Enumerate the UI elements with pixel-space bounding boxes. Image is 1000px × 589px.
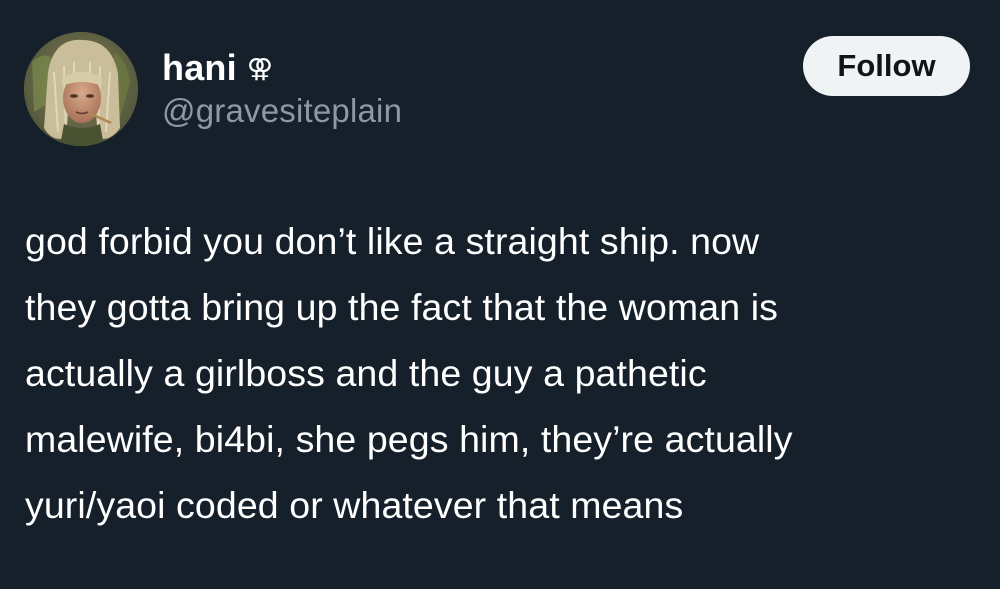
tweet-text: god forbid you don’t like a straight shi… [25,208,985,538]
tweet-text-line: god forbid you don’t like a straight shi… [25,220,760,262]
follow-button[interactable]: Follow [803,36,970,96]
tweet-text-line: they gotta bring up the fact that the wo… [25,286,778,328]
user-handle[interactable]: @gravesiteplain [162,92,402,130]
tweet-text-line: actually a girlboss and the guy a pathet… [25,352,707,394]
tweet-text-line: malewife, bi4bi, she pegs him, they’re a… [25,418,793,460]
avatar-image [24,32,138,146]
avatar[interactable] [24,32,138,146]
display-name[interactable]: hani [162,47,237,89]
user-name-row[interactable]: hani ⚢ [162,44,273,92]
lesbian-symbol-icon: ⚢ [246,54,273,84]
tweet-text-line: yuri/yaoi coded or whatever that means [25,484,684,526]
tweet-card: hani ⚢ @gravesiteplain Follow god forbid… [0,0,1000,589]
